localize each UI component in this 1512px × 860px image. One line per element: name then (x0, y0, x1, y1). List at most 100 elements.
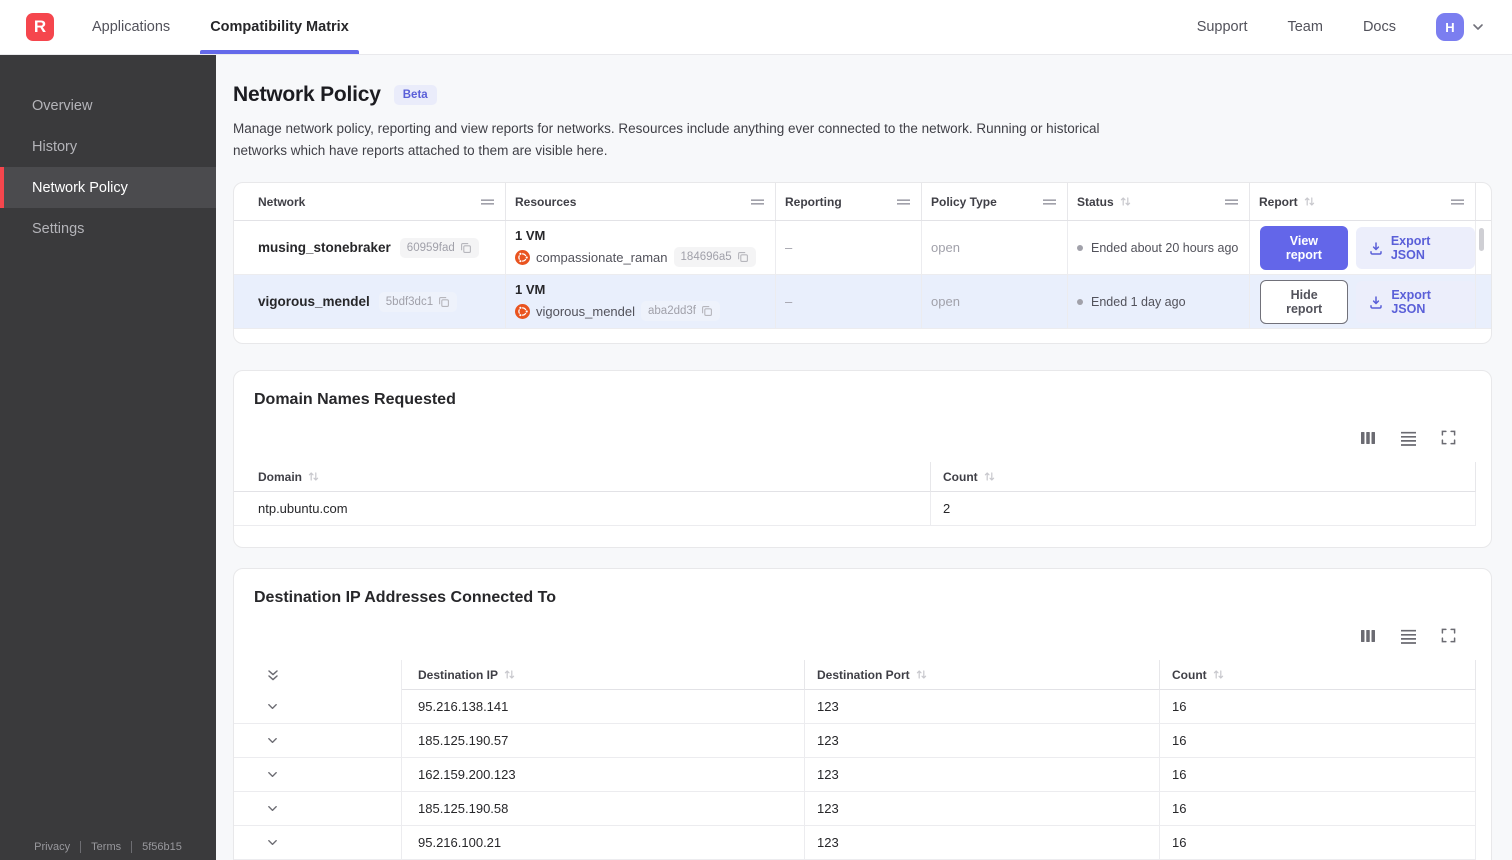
fullscreen-icon[interactable] (1441, 628, 1456, 644)
resize-handle-icon[interactable] (750, 198, 765, 206)
count-cell: 16 (1160, 758, 1476, 793)
destination-row[interactable]: 185.125.190.57 123 16 (234, 724, 1491, 759)
network-row[interactable]: musing_stonebraker 60959fad 1 VM compass… (234, 221, 1491, 276)
resource-id-badge: aba2dd3f (641, 301, 720, 322)
view-report-button[interactable]: View report (1260, 225, 1348, 270)
report-cell: View report Export JSON (1250, 221, 1476, 275)
destination-ip-cell: 185.125.190.58 (402, 792, 805, 827)
domain-row[interactable]: ntp.ubuntu.com 2 (234, 492, 1491, 527)
sidebar-item-settings[interactable]: Settings (0, 208, 216, 249)
rows-icon[interactable] (1400, 430, 1417, 447)
nav-link-support[interactable]: Support (1197, 19, 1248, 35)
resource-id: 184696a5 (680, 251, 732, 264)
sidebar-item-overview[interactable]: Overview (0, 85, 216, 126)
nav-link-docs[interactable]: Docs (1363, 19, 1396, 35)
ubuntu-icon (515, 249, 530, 265)
table-scrollbar[interactable] (1479, 228, 1484, 252)
chevrons-down-icon[interactable] (266, 668, 280, 683)
destination-row[interactable]: 95.216.138.141 123 16 (234, 690, 1491, 725)
chevron-down-icon[interactable] (266, 802, 279, 815)
chevron-down-icon[interactable] (266, 836, 279, 849)
chevron-down-icon[interactable] (266, 700, 279, 713)
resize-handle-icon[interactable] (896, 198, 911, 206)
destination-port-cell: 123 (805, 826, 1160, 860)
column-header-destination-ip[interactable]: Destination IP (402, 660, 805, 691)
copy-icon[interactable] (438, 296, 450, 308)
resource-id: aba2dd3f (648, 305, 696, 318)
destination-row[interactable]: 185.125.190.58 123 16 (234, 792, 1491, 827)
sort-icon[interactable] (1212, 668, 1225, 681)
sort-icon[interactable] (503, 668, 516, 681)
hide-report-button[interactable]: Hide report (1260, 279, 1349, 324)
destination-row[interactable]: 95.216.100.21 123 16 (234, 826, 1491, 860)
destination-port-cell: 123 (805, 690, 1160, 725)
copy-icon[interactable] (701, 305, 713, 317)
export-json-button[interactable]: Export JSON (1356, 280, 1475, 323)
column-header-domain[interactable]: Domain (234, 462, 931, 493)
count-cell: 16 (1160, 724, 1476, 759)
network-row[interactable]: vigorous_mendel 5bdf3dc1 1 VM vigorous_m… (234, 275, 1491, 330)
column-label: Status (1077, 194, 1114, 209)
sort-icon[interactable] (1303, 195, 1316, 208)
sidebar-item-network-policy[interactable]: Network Policy (0, 167, 216, 208)
resize-handle-icon[interactable] (480, 198, 495, 206)
copy-icon[interactable] (460, 242, 472, 254)
status-dot (1077, 244, 1083, 251)
vm-count: 1 VM (515, 228, 546, 244)
network-id: 5bdf3dc1 (385, 295, 434, 308)
privacy-link[interactable]: Privacy (34, 841, 70, 853)
column-label: Destination IP (418, 667, 499, 682)
status-cell: Ended 1 day ago (1068, 275, 1250, 329)
terms-link[interactable]: Terms (91, 841, 121, 853)
nav-link-team[interactable]: Team (1287, 19, 1322, 35)
fullscreen-icon[interactable] (1441, 430, 1456, 446)
sort-icon[interactable] (915, 668, 928, 681)
expander-cell (234, 724, 402, 759)
column-header-report[interactable]: Report (1250, 183, 1476, 221)
copy-icon[interactable] (737, 251, 749, 263)
resize-handle-icon[interactable] (1042, 198, 1057, 206)
destination-ip-cell: 95.216.100.21 (402, 826, 805, 860)
column-header-policy-type[interactable]: Policy Type (922, 183, 1068, 221)
columns-icon[interactable] (1360, 628, 1376, 644)
resize-handle-icon[interactable] (1224, 198, 1239, 206)
report-cell: Hide report Export JSON (1250, 275, 1476, 329)
expand-all-header[interactable] (234, 660, 402, 691)
resize-handle-icon[interactable] (1450, 198, 1465, 206)
export-label: Export JSON (1391, 287, 1431, 316)
chevron-down-icon[interactable] (266, 734, 279, 747)
network-name: vigorous_mendel (258, 294, 370, 310)
column-header-resources[interactable]: Resources (506, 183, 776, 221)
column-header-reporting[interactable]: Reporting (776, 183, 922, 221)
count-cell: 2 (931, 492, 1476, 527)
sidebar-item-history[interactable]: History (0, 126, 216, 167)
column-label: Report (1259, 194, 1298, 209)
app-logo[interactable]: R (26, 13, 54, 41)
chevron-down-icon[interactable] (1471, 20, 1485, 34)
destination-port-cell: 123 (805, 792, 1160, 827)
footer-divider (80, 841, 82, 853)
column-label: Domain (258, 469, 303, 484)
resources-cell: 1 VM vigorous_mendel aba2dd3f (506, 275, 776, 329)
destination-row[interactable]: 162.159.200.123 123 16 (234, 758, 1491, 793)
column-header-status[interactable]: Status (1068, 183, 1250, 221)
avatar[interactable]: H (1436, 13, 1464, 41)
column-header-count[interactable]: Count (931, 462, 1476, 493)
user-menu[interactable]: H (1436, 13, 1485, 41)
columns-icon[interactable] (1360, 430, 1376, 446)
sort-icon[interactable] (1119, 195, 1132, 208)
column-header-network[interactable]: Network (234, 183, 506, 221)
chevron-down-icon[interactable] (266, 768, 279, 781)
sort-icon[interactable] (983, 470, 996, 483)
tab-applications[interactable]: Applications (90, 0, 172, 54)
export-json-button[interactable]: Export JSON (1355, 226, 1475, 269)
reporting-cell: – (776, 221, 922, 275)
tab-compatibility-matrix[interactable]: Compatibility Matrix (200, 0, 359, 54)
column-header-count[interactable]: Count (1160, 660, 1476, 691)
network-id-badge: 60959fad (399, 237, 479, 258)
rows-icon[interactable] (1400, 628, 1417, 645)
sort-icon[interactable] (307, 470, 320, 483)
column-label: Network (258, 194, 306, 209)
column-header-destination-port[interactable]: Destination Port (805, 660, 1160, 691)
destination-ip-cell: 95.216.138.141 (402, 690, 805, 725)
